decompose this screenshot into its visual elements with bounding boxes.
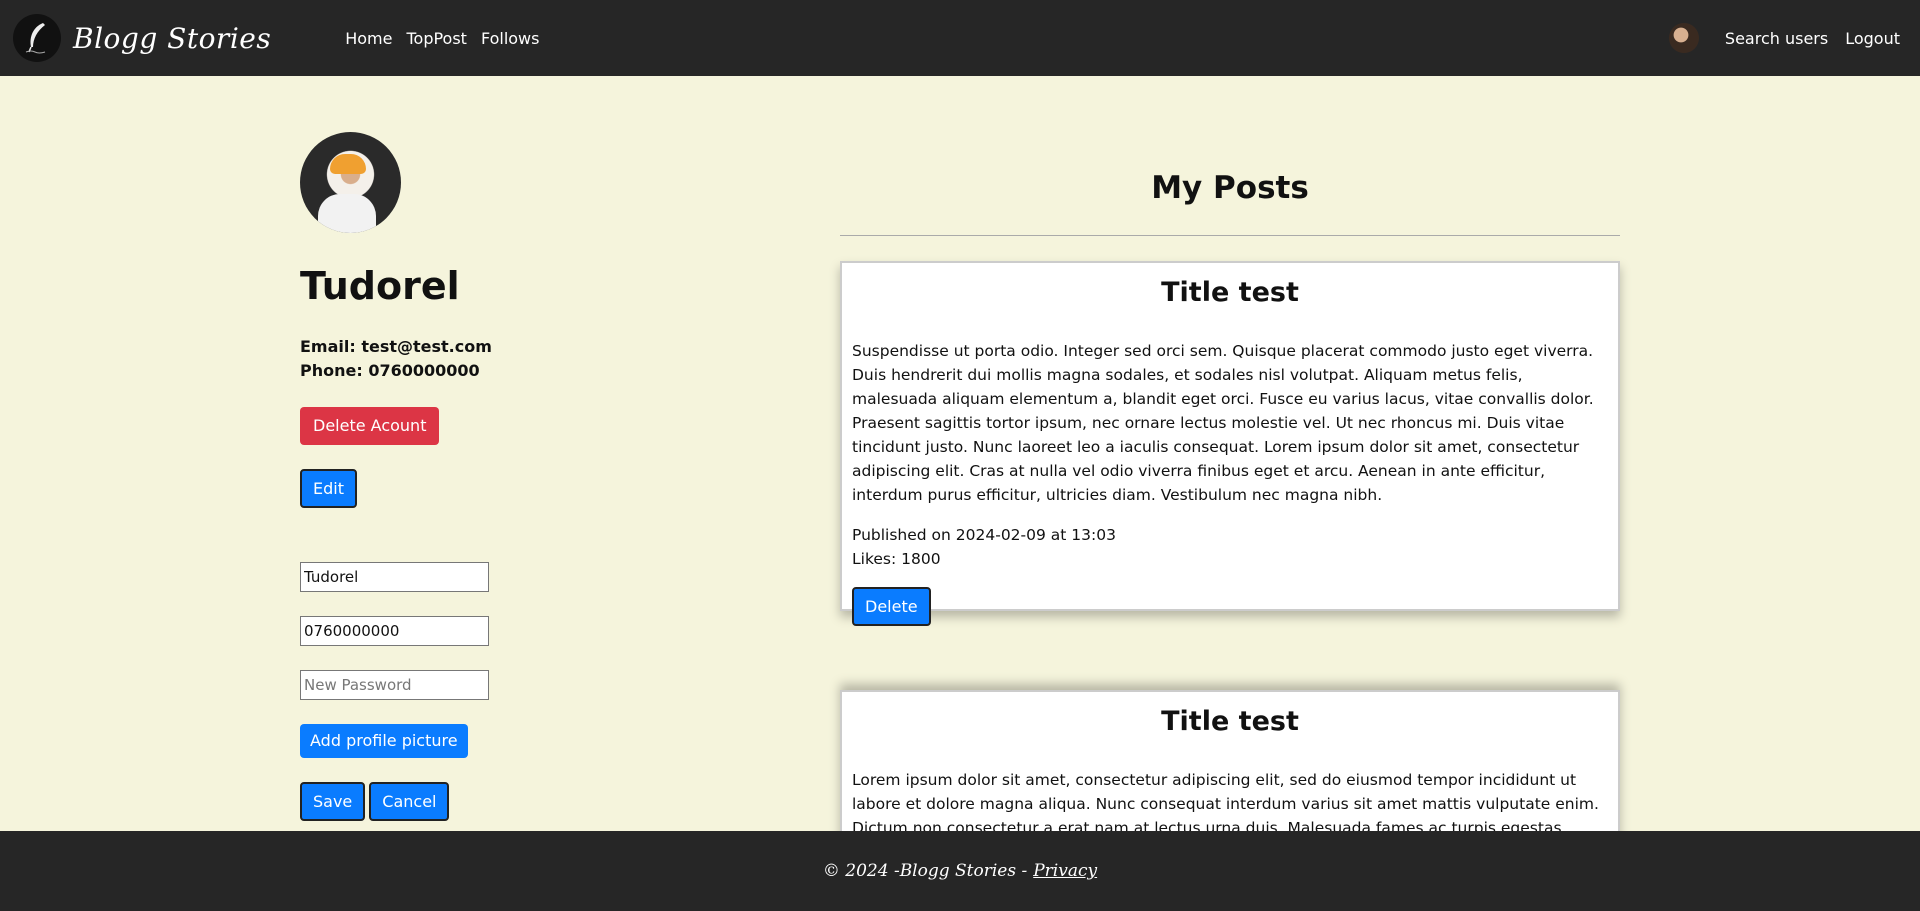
delete-account-button[interactable]: Delete Acount <box>300 407 440 445</box>
search-users-link[interactable]: Search users <box>1725 29 1828 48</box>
post-title: Title test <box>1161 277 1299 308</box>
cancel-button[interactable]: Cancel <box>369 782 450 821</box>
nav-toppost-link[interactable]: TopPost <box>406 29 466 48</box>
profile-avatar <box>300 132 401 233</box>
top-navbar: Blogg Stories Home TopPost Follows Searc… <box>0 0 1920 76</box>
privacy-link[interactable]: Privacy <box>1033 861 1097 881</box>
brand[interactable]: Blogg Stories <box>13 14 271 62</box>
new-password-input[interactable] <box>300 670 489 700</box>
avatar-cap <box>330 154 366 174</box>
footer-copyright: © 2024 -Blogg Stories - <box>822 861 1028 881</box>
nav-right: Search users Logout <box>1668 23 1900 53</box>
name-input[interactable] <box>300 562 489 592</box>
profile-email: Email: test@test.com <box>300 337 492 356</box>
logout-link[interactable]: Logout <box>1845 29 1900 48</box>
add-profile-picture-button[interactable]: Add profile picture <box>300 724 468 758</box>
post-title: Title test <box>1161 706 1299 737</box>
nav-home-link[interactable]: Home <box>345 29 392 48</box>
edit-profile-button[interactable]: Edit <box>300 469 357 508</box>
profile-name: Tudorel <box>300 264 460 308</box>
feather-pen-icon <box>13 14 61 62</box>
main-nav: Home TopPost Follows <box>345 29 553 48</box>
nav-follows-link[interactable]: Follows <box>481 29 540 48</box>
my-posts-heading: My Posts <box>1151 170 1309 206</box>
save-button[interactable]: Save <box>300 782 366 821</box>
post-published-date: Published on 2024-02-09 at 13:03 <box>852 526 1116 544</box>
delete-post-button[interactable]: Delete <box>852 587 931 626</box>
post-body: Suspendisse ut porta odio. Integer sed o… <box>852 342 1594 504</box>
post-meta: Published on 2024-02-09 at 13:03 Likes: … <box>852 523 1608 571</box>
form-actions: Save Cancel <box>300 782 600 821</box>
user-avatar[interactable] <box>1668 23 1699 53</box>
posts-divider <box>840 235 1620 236</box>
post-likes: Likes: 1800 <box>852 550 941 568</box>
profile-info: Email: test@test.com Phone: 0760000000 <box>300 335 600 383</box>
profile-panel: Tudorel Email: test@test.com Phone: 0760… <box>300 132 600 821</box>
phone-input[interactable] <box>300 616 489 646</box>
brand-name: Blogg Stories <box>73 21 272 55</box>
profile-phone: Phone: 0760000000 <box>300 361 480 380</box>
avatar-shirt <box>318 194 376 233</box>
footer: © 2024 -Blogg Stories - Privacy <box>0 831 1920 911</box>
post-card: Title test Suspendisse ut porta odio. In… <box>840 261 1620 626</box>
